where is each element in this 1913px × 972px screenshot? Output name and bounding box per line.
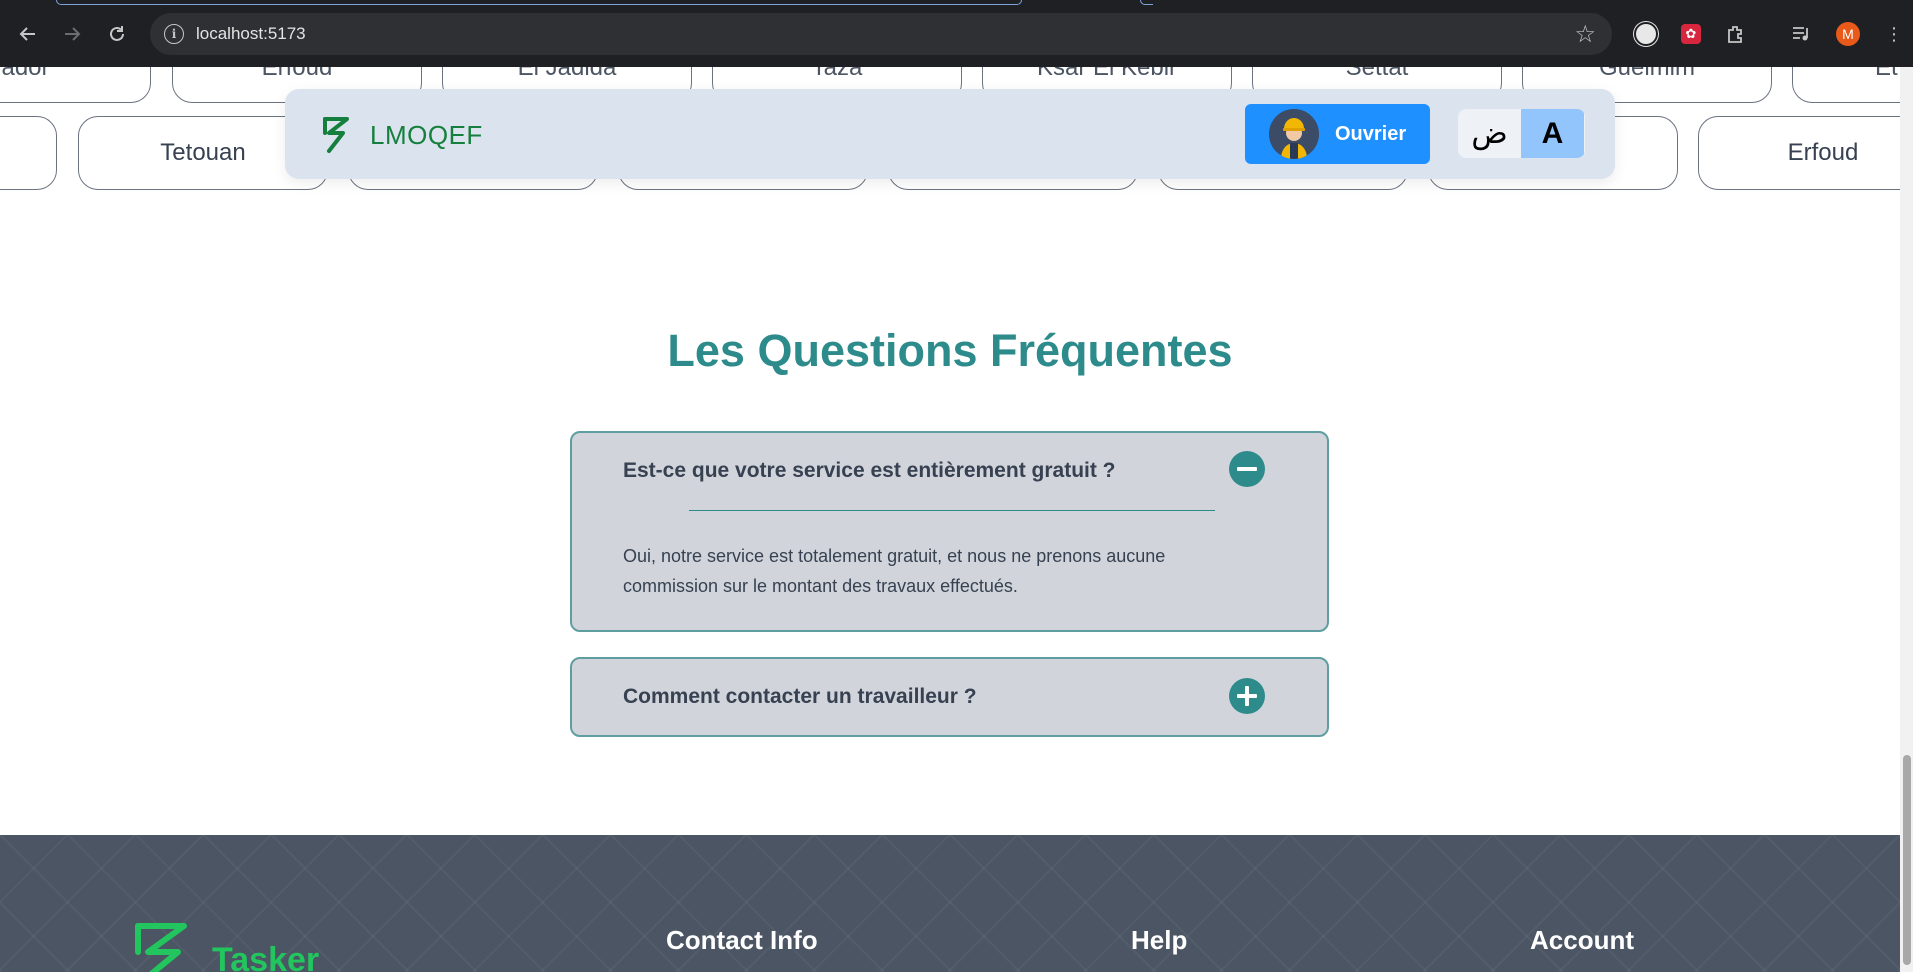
menu-kebab-icon[interactable]: ⋮: [1880, 20, 1908, 48]
lang-option-latin[interactable]: A: [1521, 109, 1584, 158]
lang-option-arabic[interactable]: ض: [1458, 109, 1521, 158]
browser-toolbar: i localhost:5173 ☆ ✿ M ⋮: [0, 0, 1913, 68]
city-pill[interactable]: [0, 116, 57, 190]
site-navbar: LMOQEF Ouvrier ض A: [285, 89, 1615, 179]
extensions-icon[interactable]: [1722, 20, 1750, 48]
bookmark-star-icon[interactable]: ☆: [1574, 20, 1596, 49]
forward-icon[interactable]: [56, 18, 88, 50]
city-pill[interactable]: Et: [1792, 67, 1900, 103]
footer-heading-account: Account: [1530, 925, 1634, 955]
footer-logo-icon: [135, 923, 187, 972]
site-footer: Tasker Contact Info Help Account: [0, 835, 1900, 972]
worker-role-button[interactable]: Ouvrier: [1245, 104, 1430, 164]
profile-avatar[interactable]: M: [1834, 20, 1862, 48]
worker-avatar: [1269, 109, 1319, 159]
faq-section-title: Les Questions Fréquentes: [667, 325, 1233, 376]
expand-plus-icon[interactable]: [1229, 678, 1265, 714]
brand-logo-icon[interactable]: [321, 115, 351, 155]
faq-divider: [689, 510, 1215, 511]
next-tab-outline: [1140, 0, 1153, 5]
faq-question[interactable]: Comment contacter un travailleur ?: [623, 685, 977, 709]
media-icon[interactable]: [1787, 20, 1815, 48]
worker-role-label: Ouvrier: [1335, 122, 1407, 145]
address-bar[interactable]: i localhost:5173 ☆: [150, 13, 1612, 55]
faq-item-collapsed[interactable]: Comment contacter un travailleur ?: [570, 657, 1329, 737]
faq-question[interactable]: Est-ce que votre service est entièrement…: [623, 459, 1116, 483]
city-pill[interactable]: ador: [0, 67, 151, 103]
extension-red-icon[interactable]: ✿: [1677, 20, 1705, 48]
footer-brand-name: Tasker: [212, 941, 320, 972]
language-toggle[interactable]: ض A: [1458, 109, 1585, 158]
site-info-icon[interactable]: i: [164, 24, 184, 44]
faq-item-expanded[interactable]: Est-ce que votre service est entièrement…: [570, 431, 1329, 632]
city-pill[interactable]: Erfoud: [1698, 116, 1900, 190]
brand-name[interactable]: LMOQEF: [370, 120, 483, 151]
footer-heading-contact: Contact Info: [666, 925, 818, 955]
back-icon[interactable]: [12, 18, 44, 50]
reload-icon[interactable]: [101, 18, 133, 50]
collapse-minus-icon[interactable]: [1229, 451, 1265, 487]
active-tab-outline: [56, 0, 1022, 5]
extension-ball-icon[interactable]: [1632, 20, 1660, 48]
footer-heading-help: Help: [1131, 925, 1188, 955]
faq-answer: Oui, notre service est totalement gratui…: [623, 546, 1166, 596]
page-viewport: ador Erfoud El Jadida Taza Ksar El Kebir…: [0, 67, 1900, 972]
scrollbar-thumb[interactable]: [1903, 755, 1911, 965]
page-scrollbar[interactable]: [1900, 67, 1913, 972]
url-text: localhost:5173: [196, 24, 306, 43]
